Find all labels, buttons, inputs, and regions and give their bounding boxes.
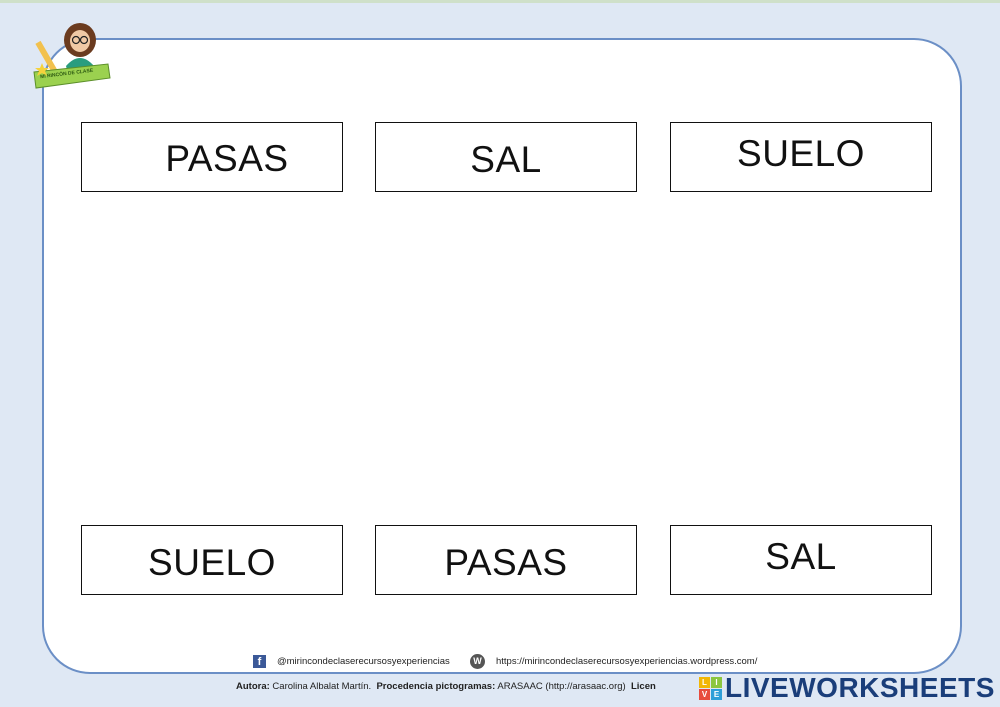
mi-rincon-logo: MI RINCÓN DE CLASE (30, 18, 114, 96)
word-label: SAL (470, 139, 542, 180)
word-card-top-2[interactable]: SAL (375, 122, 637, 192)
word-card-top-1[interactable]: PASAS (81, 122, 343, 192)
pictos-value: ARASAAC (http://arasaac.org) (497, 681, 626, 692)
mini-letter-l: L (699, 676, 710, 688)
word-card-top-3[interactable]: SUELO (670, 122, 932, 192)
facebook-icon: f (253, 655, 266, 668)
license-label: Licen (630, 681, 656, 692)
word-label: PASAS (444, 542, 568, 583)
facebook-handle: @mirincondeclaserecursosyexperiencias (277, 656, 450, 667)
word-label: SAL (765, 536, 837, 577)
liveworksheets-wordmark: LIVEWORKSHEETS (725, 672, 995, 703)
word-card-bottom-3[interactable]: SAL (670, 525, 932, 595)
logo-illustration (33, 23, 111, 89)
liveworksheets-badge[interactable]: L I V E LIVEWORKSHEETS (699, 672, 999, 703)
mini-letter-e: E (711, 688, 722, 700)
word-card-bottom-2[interactable]: PASAS (375, 525, 637, 595)
pictos-label: Procedencia pictogramas: (376, 681, 496, 692)
liveworksheets-mini-logo: L I V E (699, 676, 722, 700)
word-label: SUELO (148, 542, 276, 583)
word-label: SUELO (737, 133, 865, 174)
wordpress-icon: W (470, 654, 485, 669)
word-label: PASAS (165, 138, 289, 179)
mini-letter-v: V (699, 688, 710, 700)
author-name: Carolina Albalat Martín. (272, 681, 372, 692)
word-card-bottom-1[interactable]: SUELO (81, 525, 343, 595)
author-credits: Autora: Carolina Albalat Martín. Procede… (236, 681, 656, 692)
website-url: https://mirincondeclaserecursosyexperien… (496, 656, 758, 667)
top-divider (0, 0, 1000, 3)
author-label: Autora: (236, 681, 270, 692)
mini-letter-i: I (711, 676, 722, 688)
